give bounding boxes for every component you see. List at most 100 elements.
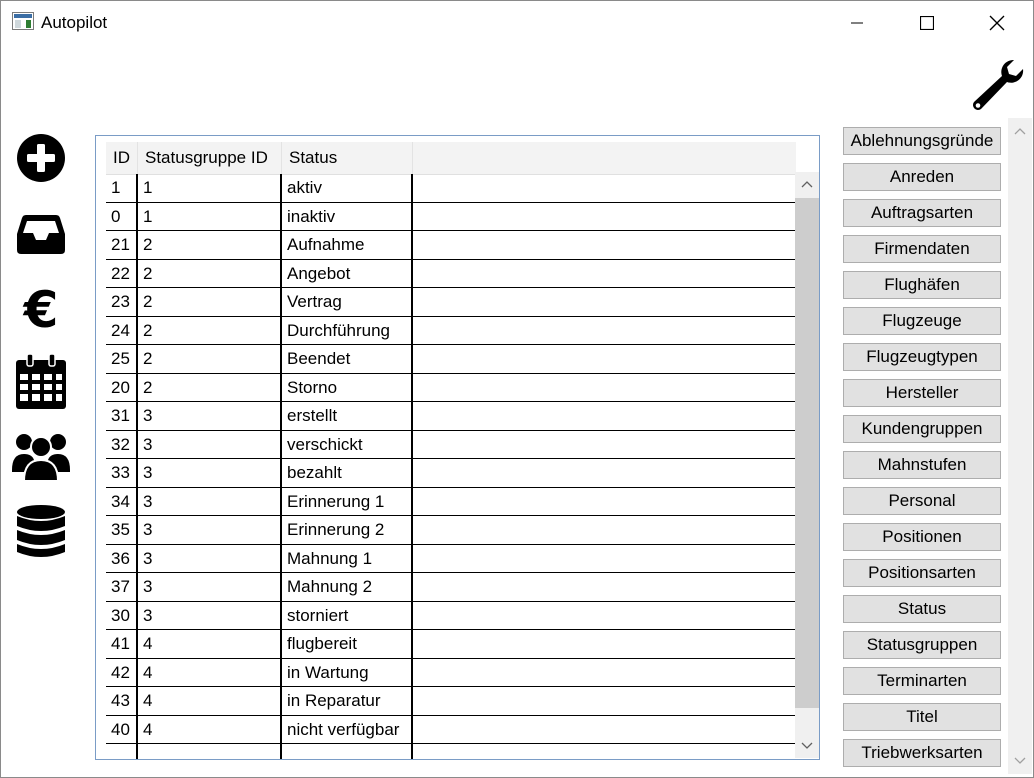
cell-id[interactable]: 42 (106, 658, 138, 686)
table-row[interactable]: 42 4 in Wartung (106, 658, 796, 687)
cell-status[interactable]: inaktiv (282, 202, 413, 230)
cell-status[interactable]: Storno (282, 373, 413, 401)
table-row[interactable] (106, 744, 796, 759)
cell-status[interactable]: Mahnung 1 (282, 544, 413, 572)
cell-id[interactable]: 20 (106, 373, 138, 401)
table-row[interactable]: 25 2 Beendet (106, 345, 796, 374)
close-button[interactable] (974, 4, 1020, 42)
cell-id[interactable]: 41 (106, 630, 138, 658)
cell-statusgruppe-id[interactable]: 4 (138, 687, 282, 715)
table-row[interactable]: 37 3 Mahnung 2 (106, 573, 796, 602)
cell-status[interactable]: Angebot (282, 259, 413, 287)
table-row[interactable]: 20 2 Storno (106, 373, 796, 402)
cell-status[interactable]: aktiv (282, 174, 413, 202)
status-button[interactable]: Status (843, 595, 1001, 623)
cell-status[interactable]: Durchführung (282, 316, 413, 344)
terminarten-button[interactable]: Terminarten (843, 667, 1001, 695)
auftragsarten-button[interactable]: Auftragsarten (843, 199, 1001, 227)
cell-id[interactable]: 43 (106, 687, 138, 715)
positionsarten-button[interactable]: Positionsarten (843, 559, 1001, 587)
inbox-button[interactable] (12, 206, 70, 262)
panel-scroll-down-button[interactable] (1008, 750, 1032, 772)
cell-statusgruppe-id[interactable]: 2 (138, 373, 282, 401)
button-panel-scrollbar[interactable] (1008, 118, 1032, 774)
cell-statusgruppe-id[interactable]: 4 (138, 658, 282, 686)
cell-statusgruppe-id[interactable]: 4 (138, 715, 282, 743)
cell-status[interactable]: Erinnerung 1 (282, 487, 413, 515)
cell-status[interactable]: nicht verfügbar (282, 715, 413, 743)
cell-status[interactable]: bezahlt (282, 459, 413, 487)
cell-statusgruppe-id[interactable]: 3 (138, 544, 282, 572)
table-row[interactable]: 33 3 bezahlt (106, 459, 796, 488)
cell-statusgruppe-id[interactable]: 3 (138, 516, 282, 544)
flugzeugtypen-button[interactable]: Flugzeugtypen (843, 343, 1001, 371)
maximize-button[interactable] (904, 4, 950, 42)
table-row[interactable]: 35 3 Erinnerung 2 (106, 516, 796, 545)
cell-id[interactable]: 33 (106, 459, 138, 487)
cell-statusgruppe-id[interactable]: 2 (138, 259, 282, 287)
panel-scroll-up-button[interactable] (1008, 120, 1032, 142)
table-row[interactable]: 40 4 nicht verfügbar (106, 715, 796, 744)
scroll-up-button[interactable] (795, 172, 819, 196)
table-row[interactable]: 23 2 Vertrag (106, 288, 796, 317)
table-row[interactable]: 43 4 in Reparatur (106, 687, 796, 716)
cell-status[interactable]: in Reparatur (282, 687, 413, 715)
cell-status[interactable]: storniert (282, 601, 413, 629)
table-row[interactable]: 41 4 flugbereit (106, 630, 796, 659)
scroll-thumb[interactable] (795, 198, 819, 708)
database-button[interactable] (12, 504, 70, 560)
cell-id[interactable]: 30 (106, 601, 138, 629)
cell-statusgruppe-id[interactable]: 3 (138, 601, 282, 629)
scroll-down-button[interactable] (795, 734, 819, 758)
cell-status[interactable]: Beendet (282, 345, 413, 373)
column-header-statusgruppe-id[interactable]: Statusgruppe ID (138, 142, 282, 174)
cell-id[interactable]: 24 (106, 316, 138, 344)
cell-statusgruppe-id[interactable]: 4 (138, 630, 282, 658)
cell-id[interactable]: 36 (106, 544, 138, 572)
calendar-button[interactable] (12, 354, 70, 410)
table-row[interactable]: 22 2 Angebot (106, 259, 796, 288)
status-data-grid[interactable]: ID Statusgruppe ID Status 1 1 aktiv 0 1 inakt… (95, 135, 820, 760)
cell-statusgruppe-id[interactable]: 3 (138, 402, 282, 430)
cell-status[interactable]: in Wartung (282, 658, 413, 686)
cell-statusgruppe-id[interactable]: 1 (138, 174, 282, 202)
minimize-button[interactable] (834, 4, 880, 42)
cell-status[interactable]: Vertrag (282, 288, 413, 316)
grid-vertical-scrollbar[interactable] (795, 172, 819, 758)
add-button[interactable] (12, 130, 70, 186)
titel-button[interactable]: Titel (843, 703, 1001, 731)
cell-statusgruppe-id[interactable]: 3 (138, 573, 282, 601)
cell-id[interactable]: 22 (106, 259, 138, 287)
table-row[interactable]: 0 1 inaktiv (106, 202, 796, 231)
cell-id[interactable]: 1 (106, 174, 138, 202)
column-header-id[interactable]: ID (106, 142, 138, 174)
kundengruppen-button[interactable]: Kundengruppen (843, 415, 1001, 443)
hersteller-button[interactable]: Hersteller (843, 379, 1001, 407)
cell-id[interactable]: 31 (106, 402, 138, 430)
cell-statusgruppe-id[interactable]: 2 (138, 288, 282, 316)
flugzeuge-button[interactable]: Flugzeuge (843, 307, 1001, 335)
table-row[interactable]: 34 3 Erinnerung 1 (106, 487, 796, 516)
triebwerksarten-button[interactable]: Triebwerksarten (843, 739, 1001, 767)
wrench-icon[interactable] (968, 56, 1026, 114)
cell-status[interactable]: erstellt (282, 402, 413, 430)
cell-status[interactable]: flugbereit (282, 630, 413, 658)
cell-statusgruppe-id[interactable] (138, 744, 282, 759)
cell-id[interactable] (106, 744, 138, 759)
cell-id[interactable]: 21 (106, 231, 138, 259)
positionen-button[interactable]: Positionen (843, 523, 1001, 551)
cell-statusgruppe-id[interactable]: 3 (138, 459, 282, 487)
table-row[interactable]: 30 3 storniert (106, 601, 796, 630)
cell-status[interactable]: Erinnerung 2 (282, 516, 413, 544)
cell-id[interactable]: 25 (106, 345, 138, 373)
table-row[interactable]: 36 3 Mahnung 1 (106, 544, 796, 573)
cell-id[interactable]: 32 (106, 430, 138, 458)
cell-id[interactable]: 35 (106, 516, 138, 544)
table-row[interactable]: 24 2 Durchführung (106, 316, 796, 345)
cell-id[interactable]: 34 (106, 487, 138, 515)
cell-status[interactable]: Mahnung 2 (282, 573, 413, 601)
cell-statusgruppe-id[interactable]: 3 (138, 430, 282, 458)
table-row[interactable]: 21 2 Aufnahme (106, 231, 796, 260)
mahnstufen-button[interactable]: Mahnstufen (843, 451, 1001, 479)
finance-button[interactable]: € (12, 280, 70, 336)
